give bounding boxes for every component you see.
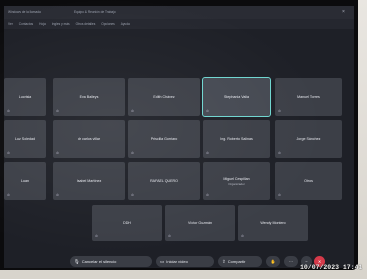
participant-name: DDH [123, 221, 131, 225]
participant-name: Isabel Martínez [76, 179, 102, 183]
mic-muted-icon: ⊘ [56, 109, 59, 113]
participant-tile[interactable]: Otros ⊘ [275, 162, 342, 200]
participant-tile[interactable]: Lucrisia ⊘ [4, 78, 46, 116]
participant-tile[interactable]: Víctor Guzmán ⊘ [165, 205, 235, 241]
participant-tile[interactable]: dr carlos villar ⊘ [53, 120, 125, 158]
participant-role: Organizador [228, 181, 245, 186]
participant-name: Miguel Cespillan [223, 176, 250, 181]
menu-item-hoja[interactable]: Hoja [39, 22, 46, 26]
participant-name: Wendy Montero [260, 221, 286, 225]
participant-tile[interactable]: Edith Chávez ⊘ [128, 78, 200, 116]
menu-item-otros-detalles[interactable]: Otros detalles [76, 22, 96, 26]
participant-tile[interactable]: Wendy Montero ⊘ [238, 205, 308, 241]
start-video-label: Iniciar vídeo [166, 259, 188, 264]
participant-tile[interactable]: Luan ⊘ [4, 162, 46, 200]
photo-frame: Windows de la llamada Equipo & Reunión d… [0, 0, 367, 279]
participant-tile[interactable]: Jorge Sánchez ⊘ [275, 120, 342, 158]
share-label: Compartir [227, 259, 246, 264]
mic-muted-icon: ⊘ [241, 234, 244, 238]
menu-item-contactos[interactable]: Contactos [19, 22, 33, 26]
participant-name: Eva Balleys [79, 95, 99, 99]
participant-name: RAFAEL QUERO [150, 179, 178, 183]
participant-tile[interactable]: Ing. Roberto Salinas ⊘ [203, 120, 270, 158]
title-bar: Windows de la llamada Equipo & Reunión d… [4, 6, 354, 19]
participant-name: Ing. Roberto Salinas [220, 137, 253, 141]
menu-item-ingles[interactable]: Ingles y más [52, 22, 70, 26]
mic-muted-icon: ⊘ [278, 151, 281, 155]
participant-name: Lucrisia [18, 95, 32, 99]
participant-name: Stephania Valia [224, 95, 249, 99]
start-video-button[interactable]: ▭ Iniciar vídeo [156, 256, 214, 267]
participant-grid: Lucrisia ⊘ Eva Balleys ⊘ Edith Chávez ⊘ Ste… [4, 76, 354, 256]
participant-tile[interactable]: Luz Soledad ⊘ [4, 120, 46, 158]
mic-muted-icon: ⊘ [131, 109, 134, 113]
mic-muted-icon: ⊘ [131, 193, 134, 197]
raise-hand-button[interactable]: ✋ [266, 256, 280, 267]
participant-name: Otros [304, 179, 313, 183]
more-icon: ⋯ [289, 259, 293, 264]
more-options-button[interactable]: ⋯ [284, 256, 298, 267]
share-icon: ⇪ [222, 258, 226, 264]
mic-muted-icon: ⊘ [206, 151, 209, 155]
menu-item-ayuda[interactable]: Ayuda [121, 22, 130, 26]
mic-muted-icon: ⊘ [206, 193, 209, 197]
participant-name: Manuel Torres [297, 95, 320, 99]
participant-name: dr carlos villar [77, 137, 101, 141]
participant-tile[interactable]: Eva Balleys ⊘ [53, 78, 125, 116]
participant-tile[interactable]: Miguel Cespillan Organizador ⊘ [203, 162, 270, 200]
photo-timestamp: 10/07/2023 17:41 [300, 264, 363, 271]
tab-meeting[interactable]: Equipo & Reunión de Trabajo [74, 10, 116, 14]
menu-item-opciones[interactable]: Opciones [101, 22, 114, 26]
mic-muted-icon: ⊘ [56, 151, 59, 155]
participant-tile-active-speaker[interactable]: Stephania Valia ⊘ [202, 77, 271, 117]
mic-muted-icon: ⊘ [7, 109, 10, 113]
share-button[interactable]: ⇪ Compartir [218, 256, 262, 267]
unmute-button[interactable]: 🎙 Cancelar el silencio [70, 256, 152, 267]
hand-icon: ✋ [270, 259, 276, 264]
mic-muted-icon: ⊘ [95, 234, 98, 238]
participant-tile[interactable]: DDH ⊘ [92, 205, 162, 241]
participant-name: Jorge Sánchez [296, 137, 321, 141]
mic-muted-icon: ⊘ [168, 234, 171, 238]
mic-muted-icon: ⊘ [278, 109, 281, 113]
participant-name: Luz Soledad [15, 137, 35, 141]
mic-muted-icon: ⊘ [7, 193, 10, 197]
unmute-label: Cancelar el silencio [81, 259, 117, 264]
participant-name: Luan [21, 179, 29, 183]
menu-item-ver[interactable]: Ver [8, 22, 13, 26]
tab-call-window[interactable]: Windows de la llamada [8, 10, 41, 14]
mic-muted-icon: ⊘ [278, 193, 281, 197]
participant-name: Priscilla Gorriaro [150, 137, 178, 141]
mic-muted-icon: ⊘ [131, 151, 134, 155]
camera-icon: ▭ [160, 258, 165, 264]
participant-tile[interactable]: Manuel Torres ⊘ [275, 78, 342, 116]
participant-name: Víctor Guzmán [188, 221, 212, 225]
participant-name: Edith Chávez [153, 95, 175, 99]
close-icon[interactable]: × [342, 9, 345, 15]
participant-tile[interactable]: Priscilla Gorriaro ⊘ [128, 120, 200, 158]
participant-tile[interactable]: RAFAEL QUERO ⊘ [128, 162, 200, 200]
menu-bar: Ver Contactos Hoja Ingles y más Otros detall… [4, 19, 354, 29]
laptop-bezel: Windows de la llamada Equipo & Reunión d… [0, 0, 358, 270]
meeting-screen: Windows de la llamada Equipo & Reunión d… [4, 6, 354, 268]
mic-muted-icon: ⊘ [56, 193, 59, 197]
mic-muted-icon: ⊘ [206, 109, 209, 113]
participant-tile[interactable]: Isabel Martínez ⊘ [53, 162, 125, 200]
mic-off-icon: 🎙 [74, 258, 80, 264]
mic-muted-icon: ⊘ [7, 151, 10, 155]
